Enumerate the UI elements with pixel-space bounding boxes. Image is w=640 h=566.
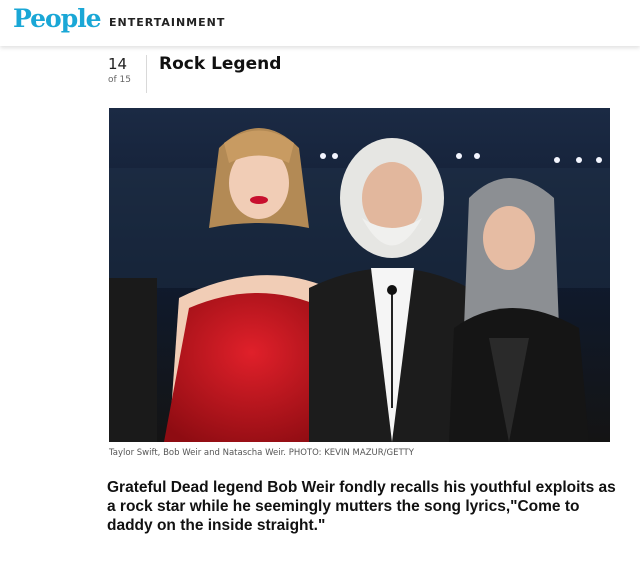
slide-title: Rock Legend [159, 54, 282, 74]
slide-total: of 15 [108, 75, 131, 85]
slide-index: 14 [108, 55, 128, 73]
photo-caption: Taylor Swift, Bob Weir and Natascha Weir… [109, 448, 414, 458]
gallery-photo[interactable] [109, 108, 610, 442]
section-link-entertainment[interactable]: ENTERTAINMENT [109, 16, 225, 29]
photo-illustration [109, 108, 610, 442]
site-header: People ENTERTAINMENT [0, 0, 640, 46]
people-logo[interactable]: People [13, 4, 102, 34]
counter-divider [146, 55, 147, 93]
slide-counter: 14 of 15 [108, 55, 146, 87]
overlay-text: Grateful Dead legend Bob Weir fondly rec… [107, 479, 616, 534]
